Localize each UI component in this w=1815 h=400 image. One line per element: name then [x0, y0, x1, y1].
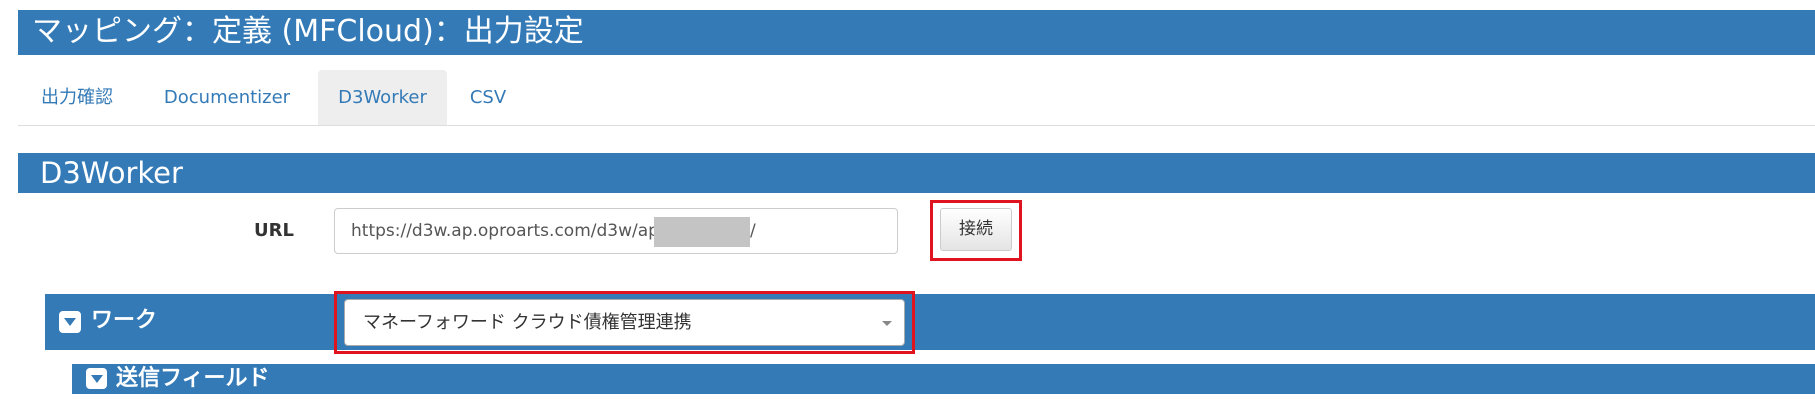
tab-output-check[interactable]: 出力確認 [18, 70, 136, 125]
url-value-suffix: / [750, 221, 756, 241]
work-select-value: マネーフォワード クラウド債権管理連携 [363, 312, 692, 333]
url-value: https://d3w.ap.oproarts.com/d3w/api [351, 221, 664, 241]
tab-csv[interactable]: CSV [449, 70, 527, 125]
page-title-bar: マッピング：定義 (MFCloud)：出力設定 [18, 10, 1815, 55]
page: マッピング：定義 (MFCloud)：出力設定 出力確認 Documentize… [0, 0, 1815, 400]
section-title: D3Worker [40, 156, 183, 190]
collapse-toggle-icon[interactable] [59, 311, 81, 333]
url-label: URL [254, 220, 294, 241]
send-fields-label: 送信フィールド [116, 366, 270, 391]
connect-button[interactable]: 接続 [940, 208, 1012, 251]
tab-bar: 出力確認 Documentizer D3Worker CSV [18, 70, 1815, 126]
redacted-region [654, 217, 750, 247]
url-input[interactable]: https://d3w.ap.oproarts.com/d3w/api / [334, 208, 898, 254]
tab-documentizer[interactable]: Documentizer [142, 70, 312, 125]
dropdown-arrow-icon [882, 321, 892, 326]
tab-d3worker[interactable]: D3Worker [318, 70, 447, 125]
section-header: D3Worker [18, 153, 1815, 193]
work-label: ワーク [91, 308, 158, 333]
work-section-bar[interactable]: ワーク [45, 294, 1815, 350]
collapse-toggle-icon[interactable] [86, 368, 107, 389]
work-select[interactable]: マネーフォワード クラウド債権管理連携 [344, 299, 905, 346]
page-title: マッピング：定義 (MFCloud)：出力設定 [32, 14, 584, 49]
send-fields-section-bar[interactable]: 送信フィールド [72, 364, 1815, 394]
